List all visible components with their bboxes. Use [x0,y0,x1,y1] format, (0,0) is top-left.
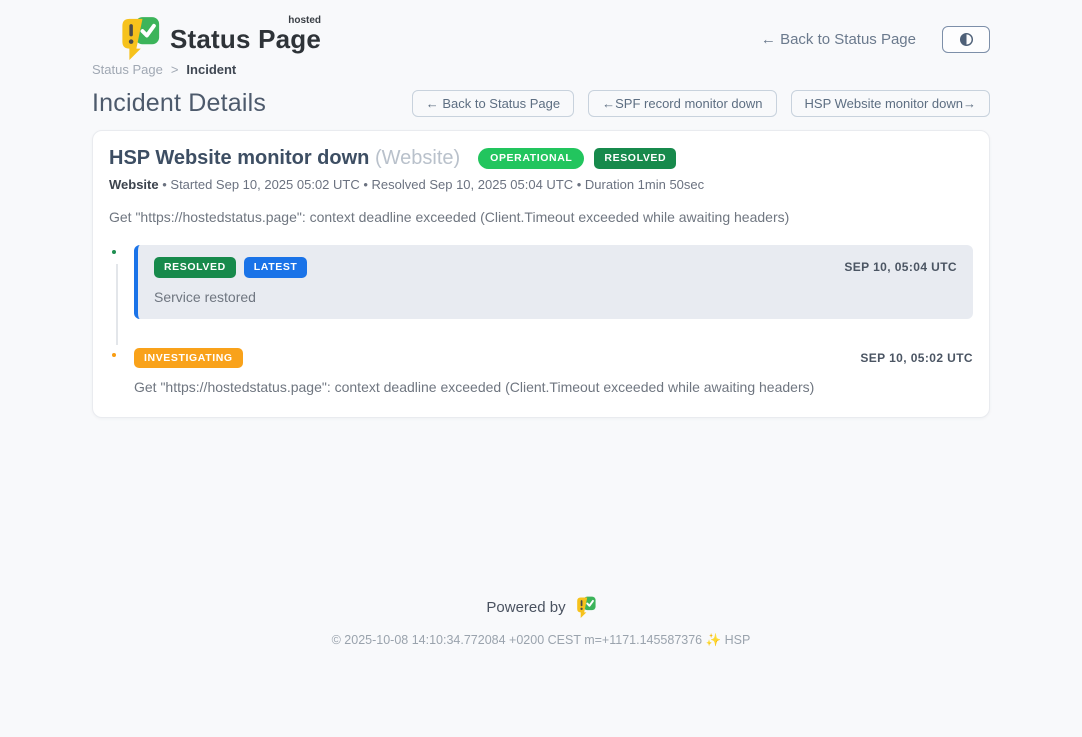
logo[interactable]: hosted Status Page [118,16,321,62]
breadcrumb-root-link[interactable]: Status Page [92,62,163,77]
timeline-entry-latest: RESOLVED LATEST SEP 10, 05:04 UTC Servic… [134,245,973,319]
timeline-item-investigating: INVESTIGATING SEP 10, 05:02 UTC Get "htt… [109,348,973,396]
incident-meta-component: Website [109,177,159,192]
incident-meta: Website • Started Sep 10, 2025 05:02 UTC… [109,177,973,192]
timeline-timestamp: SEP 10, 05:02 UTC [860,351,973,365]
incident-timeline: RESOLVED LATEST SEP 10, 05:04 UTC Servic… [109,245,973,395]
timeline-entry-initial: INVESTIGATING SEP 10, 05:02 UTC Get "htt… [134,348,973,396]
breadcrumb-current: Incident [186,62,236,77]
incident-meta-dates: • Started Sep 10, 2025 05:02 UTC • Resol… [162,177,704,192]
powered-by-label: Powered by [486,599,565,616]
back-to-status-page-button[interactable]: ← Back to Status Page [412,90,574,117]
logo-superscript: hosted [288,15,321,26]
operational-status-badge: OPERATIONAL [478,148,584,169]
contrast-half-circle-icon [958,31,975,48]
timeline-connector-line [116,264,118,345]
page-title: Incident Details [92,89,266,118]
theme-toggle-button[interactable] [942,26,990,53]
hsp-mini-logo-icon [575,596,596,619]
incident-component-label: (Website) [375,147,460,169]
logo-brand-text: Status Page [170,24,321,54]
timeline-badge-investigating: INVESTIGATING [134,348,243,369]
powered-by: Powered by [0,596,1082,619]
incident-card: HSP Website monitor down (Website) OPERA… [92,130,990,418]
timeline-dot-resolved-icon [109,247,119,257]
timeline-badge-latest: LATEST [244,257,308,278]
breadcrumb-separator: > [171,62,179,77]
incident-title-text: HSP Website monitor down [109,147,369,169]
breadcrumb: Status Page > Incident [92,62,990,77]
prev-incident-button[interactable]: ←SPF record monitor down [588,90,776,117]
timeline-message: Get "https://hostedstatus.page": context… [134,379,973,395]
timeline-timestamp: SEP 10, 05:04 UTC [844,260,957,274]
header: hosted Status Page ← Back to Status Page [0,0,1082,62]
status-page-logo-icon [118,16,160,62]
timeline-rail [109,348,134,396]
incident-nav-buttons: ← Back to Status Page ←SPF record monito… [412,90,990,117]
timeline-item-resolved: RESOLVED LATEST SEP 10, 05:04 UTC Servic… [109,245,973,319]
footer: Powered by © 2025-10-08 14:10:34.772084 … [0,596,1082,648]
resolved-state-badge: RESOLVED [594,148,676,169]
incident-description: Get "https://hostedstatus.page": context… [109,209,973,225]
back-to-status-page-link[interactable]: ← Back to Status Page [761,31,916,48]
timeline-dot-investigating-icon [109,350,119,360]
next-incident-button[interactable]: HSP Website monitor down→ [791,90,990,117]
incident-title: HSP Website monitor down (Website) [109,147,460,170]
timeline-message: Service restored [154,289,957,305]
copyright-text: © 2025-10-08 14:10:34.772084 +0200 CEST … [0,633,1082,648]
timeline-rail [109,245,134,319]
timeline-badge-resolved: RESOLVED [154,257,236,278]
